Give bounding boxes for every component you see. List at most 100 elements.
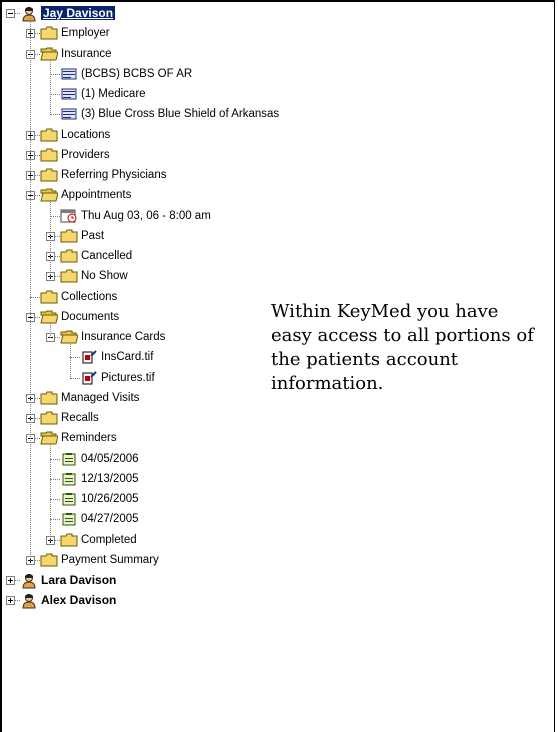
collapse-minus-icon[interactable] bbox=[6, 9, 15, 18]
tree-item[interactable]: Insurance Cards bbox=[0, 328, 300, 348]
tree-label-3-blue-cross-blue-shield-of-arkansas[interactable]: (3) Blue Cross Blue Shield of Arkansas bbox=[81, 107, 279, 121]
person-icon bbox=[20, 6, 38, 22]
tree-label-employer[interactable]: Employer bbox=[61, 26, 110, 40]
tree-item[interactable]: Completed bbox=[0, 531, 300, 551]
tree-item[interactable]: 04/05/2006 bbox=[0, 450, 300, 470]
folder-closed-icon bbox=[40, 148, 58, 162]
tree-label-recalls[interactable]: Recalls bbox=[61, 411, 99, 425]
callout-text: Within KeyMed you have easy access to al… bbox=[271, 301, 534, 394]
tree-item[interactable]: Pictures.tif bbox=[0, 369, 300, 389]
tree-label-12-13-2005[interactable]: 12/13/2005 bbox=[81, 472, 139, 486]
reminder-note-icon bbox=[60, 472, 78, 486]
tree-label-locations[interactable]: Locations bbox=[61, 128, 110, 142]
tree-item[interactable]: No Show bbox=[0, 267, 300, 287]
insurance-card-icon bbox=[60, 67, 78, 81]
tree-patient-row[interactable]: Lara Davison bbox=[0, 571, 300, 591]
tree-connector-line bbox=[30, 296, 40, 298]
tree-label-10-26-2005[interactable]: 10/26/2005 bbox=[81, 492, 139, 506]
tree-branch-line bbox=[70, 342, 71, 379]
tree-label-appointments[interactable]: Appointments bbox=[61, 188, 131, 202]
tree-patient-row[interactable]: Alex Davison bbox=[0, 591, 300, 611]
tree-item[interactable]: (1) Medicare bbox=[0, 85, 300, 105]
folder-closed-icon bbox=[40, 391, 58, 405]
folder-open-icon bbox=[40, 431, 59, 445]
patient-name-alex-davison[interactable]: Alex Davison bbox=[41, 593, 116, 607]
tree-item[interactable]: Employer bbox=[0, 24, 300, 44]
tree-item[interactable]: Thu Aug 03, 06 - 8:00 am bbox=[0, 207, 300, 227]
tree-label-bcbs-bcbs-of-ar[interactable]: (BCBS) BCBS OF AR bbox=[81, 67, 192, 81]
tree-label-inscard-tif[interactable]: InsCard.tif bbox=[101, 350, 153, 364]
tree-label-cancelled[interactable]: Cancelled bbox=[81, 249, 132, 263]
folder-open-icon bbox=[40, 310, 59, 324]
insurance-card-icon bbox=[60, 107, 78, 121]
tree-connector-line bbox=[50, 94, 60, 95]
tree-label-04-27-2005[interactable]: 04/27/2005 bbox=[81, 512, 139, 526]
tree-connector-line bbox=[70, 357, 80, 359]
tree-label-thu-aug-03-06-8-00-am[interactable]: Thu Aug 03, 06 - 8:00 am bbox=[81, 209, 211, 223]
patient-name-lara-davison[interactable]: Lara Davison bbox=[41, 573, 116, 587]
tree-connector-line bbox=[50, 519, 60, 521]
tree-item[interactable]: Past bbox=[0, 227, 300, 247]
person-icon bbox=[20, 573, 38, 589]
tree-branch-line bbox=[50, 200, 51, 278]
tree-label-providers[interactable]: Providers bbox=[61, 148, 110, 162]
tree-label-04-05-2006[interactable]: 04/05/2006 bbox=[81, 452, 139, 466]
tree-item[interactable]: 04/27/2005 bbox=[0, 510, 300, 530]
tree-connector-line bbox=[50, 458, 60, 460]
patient-tree[interactable]: Jay Davison Employer Insurance (BCBS) BCBS … bbox=[0, 0, 300, 620]
tree-label-referring-physicians[interactable]: Referring Physicians bbox=[61, 168, 166, 182]
patient-name-jay-davison[interactable]: Jay Davison bbox=[41, 6, 116, 20]
tree-item[interactable]: Providers bbox=[0, 146, 300, 166]
person-icon bbox=[20, 593, 38, 609]
tree-connector-line bbox=[50, 114, 60, 116]
tree-item[interactable]: Documents bbox=[0, 308, 300, 328]
tree-item[interactable]: Referring Physicians bbox=[0, 166, 300, 186]
reminder-note-icon bbox=[60, 512, 78, 526]
tree-label-collections[interactable]: Collections bbox=[61, 290, 117, 304]
tree-item[interactable]: InsCard.tif bbox=[0, 348, 300, 368]
folder-closed-icon bbox=[60, 269, 78, 283]
folder-open-icon bbox=[40, 47, 59, 61]
expand-plus-icon[interactable] bbox=[6, 576, 15, 585]
tree-connector-line bbox=[50, 499, 60, 500]
tree-item[interactable]: Locations bbox=[0, 126, 300, 146]
image-file-icon bbox=[80, 350, 98, 364]
tree-connector-line bbox=[70, 377, 80, 379]
tree-label-payment-summary[interactable]: Payment Summary bbox=[61, 553, 159, 567]
folder-closed-icon bbox=[60, 229, 78, 243]
tree-item[interactable]: 12/13/2005 bbox=[0, 470, 300, 490]
insurance-card-icon bbox=[60, 87, 78, 101]
tree-item[interactable]: Insurance bbox=[0, 45, 300, 65]
tree-connector-line bbox=[50, 478, 60, 480]
tree-item[interactable]: Cancelled bbox=[0, 247, 300, 267]
tree-label-managed-visits[interactable]: Managed Visits bbox=[61, 391, 139, 405]
tree-label-1-medicare[interactable]: (1) Medicare bbox=[81, 87, 146, 101]
tree-item[interactable]: 10/26/2005 bbox=[0, 490, 300, 510]
tree-connector-line bbox=[50, 73, 60, 75]
tree-label-documents[interactable]: Documents bbox=[61, 310, 119, 324]
tree-patient-row[interactable]: Jay Davison bbox=[0, 4, 300, 24]
tree-label-pictures-tif[interactable]: Pictures.tif bbox=[101, 371, 155, 385]
tree-label-insurance-cards[interactable]: Insurance Cards bbox=[81, 330, 165, 344]
tree-label-reminders[interactable]: Reminders bbox=[61, 431, 117, 445]
tree-item[interactable]: Collections bbox=[0, 288, 300, 308]
tree-item[interactable]: Payment Summary bbox=[0, 551, 300, 571]
tree-label-insurance[interactable]: Insurance bbox=[61, 47, 112, 61]
tree-item[interactable]: Recalls bbox=[0, 409, 300, 429]
tree-label-no-show[interactable]: No Show bbox=[81, 269, 128, 283]
folder-closed-icon bbox=[40, 128, 58, 142]
tree-branch-line bbox=[30, 18, 31, 561]
tree-item[interactable]: Appointments bbox=[0, 186, 300, 206]
tree-branch-line bbox=[50, 443, 51, 541]
tree-item[interactable]: Reminders bbox=[0, 429, 300, 449]
tree-item[interactable]: (BCBS) BCBS OF AR bbox=[0, 65, 300, 85]
tree-label-past[interactable]: Past bbox=[81, 229, 104, 243]
expand-plus-icon[interactable] bbox=[6, 596, 15, 606]
folder-closed-icon bbox=[40, 553, 58, 567]
tree-item[interactable]: Managed Visits bbox=[0, 389, 300, 409]
folder-open-icon bbox=[40, 188, 59, 202]
folder-closed-icon bbox=[60, 533, 78, 547]
reminder-note-icon bbox=[60, 492, 78, 506]
tree-item[interactable]: (3) Blue Cross Blue Shield of Arkansas bbox=[0, 105, 300, 125]
tree-label-completed[interactable]: Completed bbox=[81, 533, 137, 547]
